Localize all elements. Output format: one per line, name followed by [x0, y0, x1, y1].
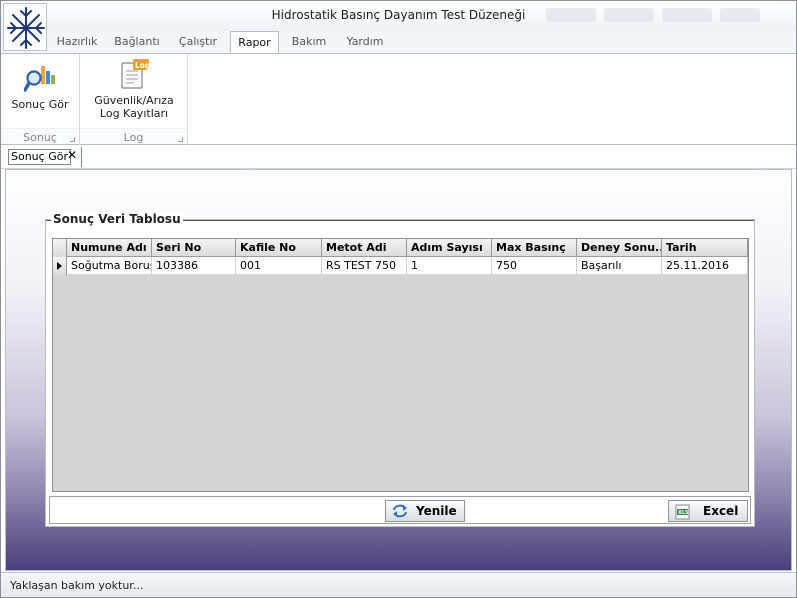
- app-window: Hidrostatik Basınç Dayanım Test Düzeneği…: [0, 0, 797, 598]
- col-header-deney-sonucu[interactable]: Deney Sonu...: [577, 239, 662, 257]
- group-label-sonuc: Sonuç: [1, 128, 79, 144]
- cell-max-basinc[interactable]: 750: [492, 257, 577, 275]
- title-bar: Hidrostatik Basınç Dayanım Test Düzeneği: [1, 1, 796, 31]
- ribbon-group-log: Log Güvenlik/Arıza Log Kayıtları Log: [80, 54, 188, 146]
- col-header-adim-sayisi[interactable]: Adım Sayısı: [407, 239, 492, 257]
- ribbon-panel: Sonuç Gör Sonuç Log Güvenlik/Arıza Log K…: [1, 53, 796, 146]
- col-header-numune-adi[interactable]: Numune Adı: [67, 239, 152, 257]
- tab-yardim[interactable]: Yardım: [339, 31, 391, 53]
- close-icon[interactable]: ✕: [66, 149, 78, 162]
- cell-seri-no[interactable]: 103386: [152, 257, 236, 275]
- doc-tab-sonuc-gor[interactable]: Sonuç Gör: [8, 149, 71, 165]
- tab-divider: [81, 147, 82, 167]
- snowflake-app-icon[interactable]: [3, 3, 47, 51]
- col-header-metot-adi[interactable]: Metot Adi: [322, 239, 407, 257]
- col-header-tarih[interactable]: Tarih: [662, 239, 748, 257]
- cell-adim-sayisi[interactable]: 1: [407, 257, 492, 275]
- cell-tarih[interactable]: 25.11.2016: [662, 257, 748, 275]
- results-grid[interactable]: Numune Adı Seri No Kafile No Metot Adi A…: [52, 238, 749, 492]
- results-button-bar: Yenile XLS Excel: [49, 496, 751, 524]
- col-header-seri-no[interactable]: Seri No: [152, 239, 236, 257]
- guvenlik-log-label-line1: Güvenlik/Arıza: [94, 94, 174, 107]
- group-dialog-launcher-icon[interactable]: [70, 137, 75, 142]
- group-dialog-launcher-icon[interactable]: [178, 137, 183, 142]
- excel-label: Excel: [703, 504, 739, 518]
- log-badge-text: Log: [135, 61, 150, 70]
- row-selector[interactable]: [53, 257, 67, 275]
- tab-rapor[interactable]: Rapor: [230, 31, 279, 54]
- grid-header-row: Numune Adı Seri No Kafile No Metot Adi A…: [53, 239, 748, 257]
- excel-button[interactable]: XLS Excel: [668, 500, 748, 522]
- cell-numune-adi[interactable]: Soğutma Borusu: [67, 257, 152, 275]
- search-chart-icon: [23, 62, 56, 94]
- refresh-label: Yenile: [416, 504, 457, 518]
- cell-kafile-no[interactable]: 001: [236, 257, 322, 275]
- sonuc-gor-label: Sonuç Gör: [11, 98, 69, 111]
- log-document-icon: Log: [118, 58, 150, 90]
- results-groupbox: Sonuç Veri Tablosu Numune Adı Seri No Ka…: [45, 212, 755, 527]
- svg-text:XLS: XLS: [678, 510, 689, 516]
- status-bar: Yaklaşan bakım yoktur...: [1, 572, 796, 597]
- group-label-log: Log: [80, 128, 187, 144]
- ribbon-tab-bar: Hazırlık Bağlantı Çalıştır Rapor Bakım Y…: [1, 31, 796, 54]
- title-bar-controls: [542, 5, 792, 25]
- col-header-max-basinc[interactable]: Max Basınç: [492, 239, 577, 257]
- refresh-icon: [391, 504, 409, 518]
- tab-calistir[interactable]: Çalıştır: [171, 31, 225, 53]
- header-corner: [53, 239, 67, 257]
- current-row-arrow-icon: [57, 262, 62, 270]
- tab-baglanti[interactable]: Bağlantı: [107, 31, 167, 53]
- status-text: Yaklaşan bakım yoktur...: [10, 579, 144, 592]
- table-row[interactable]: Soğutma Borusu 103386 001 RS TEST 750 1 …: [53, 257, 748, 275]
- cell-deney-sonucu[interactable]: Başarılı: [577, 257, 662, 275]
- tab-hazirlik[interactable]: Hazırlık: [51, 31, 103, 53]
- main-content-area: Sonuç Veri Tablosu Numune Adı Seri No Ka…: [5, 169, 792, 571]
- sonuc-gor-button[interactable]: Sonuç Gör: [7, 62, 73, 111]
- refresh-button[interactable]: Yenile: [385, 500, 465, 522]
- col-header-kafile-no[interactable]: Kafile No: [236, 239, 322, 257]
- document-tab-strip: Sonuç Gör ✕: [1, 145, 796, 169]
- ribbon-group-sonuc: Sonuç Gör Sonuç: [1, 54, 80, 146]
- results-title: Sonuç Veri Tablosu: [51, 212, 183, 226]
- guvenlik-log-label-line2: Log Kayıtları: [99, 107, 169, 120]
- tab-bakim[interactable]: Bakım: [284, 31, 334, 53]
- cell-metot-adi[interactable]: RS TEST 750: [322, 257, 407, 275]
- excel-file-icon: XLS: [674, 504, 692, 520]
- guvenlik-log-button[interactable]: Log Güvenlik/Arıza Log Kayıtları: [88, 58, 180, 120]
